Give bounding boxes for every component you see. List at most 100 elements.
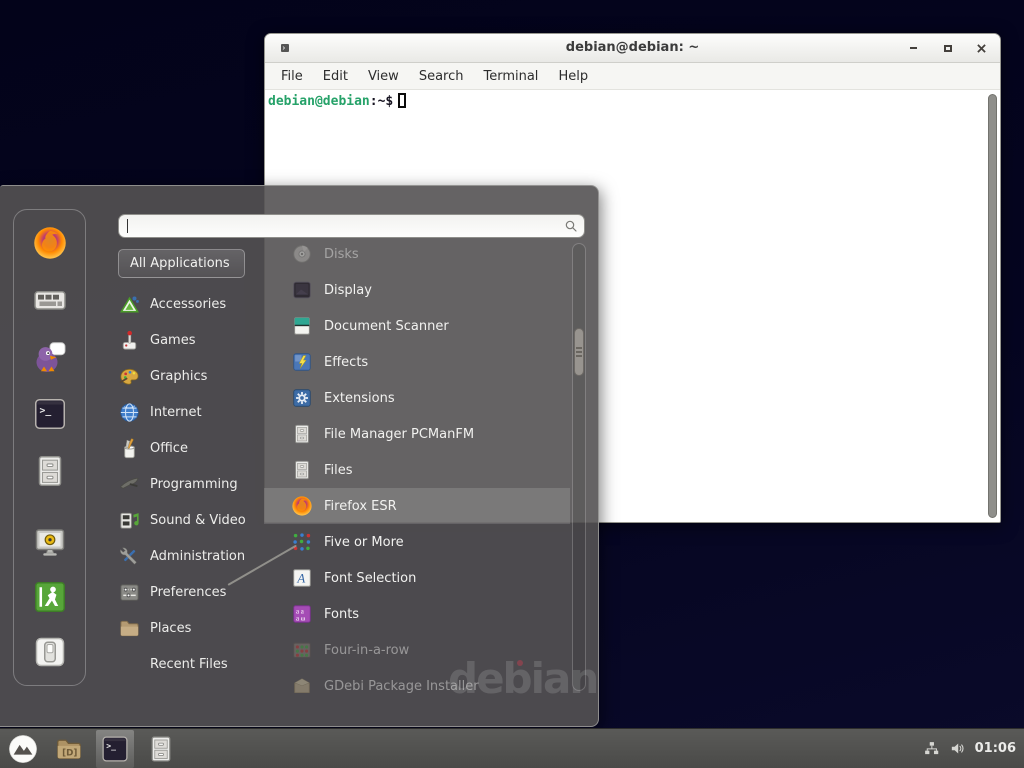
menu-scrollbar[interactable] (572, 243, 586, 691)
taskbar-launchers: [D] >_ (4, 729, 180, 768)
category-internet[interactable]: Internet (118, 394, 268, 430)
app-item-label: File Manager PCManFM (324, 427, 474, 442)
terminal-scrollbar-thumb[interactable] (988, 94, 997, 518)
minimize-icon (910, 47, 917, 49)
menu-help[interactable]: Help (548, 69, 598, 84)
maximize-button[interactable] (941, 42, 954, 55)
app-item-gdebi-package-installer[interactable]: GDebi Package Installer (264, 668, 570, 693)
file-cabinet-icon (146, 734, 176, 764)
close-icon (977, 44, 986, 53)
category-places[interactable]: Places (118, 610, 268, 646)
taskbar: [D] >_ 01:06 (0, 728, 1024, 768)
category-label: Office (150, 441, 188, 456)
session-group (14, 523, 85, 671)
category-sound-video[interactable]: Sound & Video (118, 502, 268, 538)
logout-button[interactable] (31, 578, 69, 616)
terminal-scrollbar[interactable] (986, 93, 999, 519)
files-window-button[interactable]: [D] (50, 730, 88, 768)
category-games[interactable]: Games (118, 322, 268, 358)
terminal-icon: >_ (100, 734, 130, 764)
category-label: Games (150, 333, 195, 348)
shutdown-button[interactable] (31, 633, 69, 671)
files-folder-icon: [D] (54, 734, 84, 764)
app-item-effects[interactable]: Effects (264, 344, 570, 380)
app-item-label: Firefox ESR (324, 499, 397, 514)
category-label: Administration (150, 549, 245, 564)
app-item-five-or-more[interactable]: Five or More (264, 524, 570, 560)
clock[interactable]: 01:06 (975, 741, 1016, 756)
close-button[interactable] (975, 42, 988, 55)
volume-icon[interactable] (949, 740, 966, 757)
menu-file[interactable]: File (271, 69, 313, 84)
games-icon (118, 329, 141, 352)
favorite-file-cabinet-button[interactable] (31, 452, 69, 490)
menu-view[interactable]: View (358, 69, 409, 84)
prompt-path: :~$ (370, 94, 393, 109)
menu-terminal[interactable]: Terminal (473, 69, 548, 84)
file-cabinet-icon (32, 453, 68, 489)
favorite-terminal-button[interactable]: >_ (31, 395, 69, 433)
category-graphics[interactable]: Graphics (118, 358, 268, 394)
category-label: Internet (150, 405, 202, 420)
app-item-label: Display (324, 283, 372, 298)
font-selection-icon: A (291, 567, 313, 589)
app-item-document-scanner[interactable]: Document Scanner (264, 308, 570, 344)
favorite-firefox-button[interactable] (31, 224, 69, 262)
category-office[interactable]: Office (118, 430, 268, 466)
preferences-icon (118, 581, 141, 604)
app-item-label: Extensions (324, 391, 395, 406)
search-icon (563, 218, 579, 234)
app-item-disks[interactable]: Disks (264, 241, 570, 272)
terminal-icon: >_ (32, 396, 68, 432)
taskbar-tray: 01:06 (923, 729, 1016, 768)
svg-text:>_: >_ (106, 740, 116, 750)
app-item-fonts[interactable]: a aa ωFonts (264, 596, 570, 632)
category-programming[interactable]: Programming (118, 466, 268, 502)
category-accessories[interactable]: Accessories (118, 286, 268, 322)
menu-search[interactable]: Search (409, 69, 474, 84)
menu-button[interactable] (4, 730, 42, 768)
category-label: Preferences (150, 585, 226, 600)
titlebar[interactable]: debian@debian: ~ (265, 34, 1000, 63)
firefox-icon (32, 225, 68, 261)
favorite-pidgin-button[interactable] (31, 338, 69, 376)
network-status-icon[interactable] (923, 740, 940, 757)
sound-video-icon (118, 509, 141, 532)
menu-scrollbar-thumb[interactable] (574, 328, 584, 376)
favorites-group: >_ (14, 224, 85, 490)
search-input[interactable] (118, 214, 585, 238)
document-scanner-icon (291, 315, 313, 337)
terminal-prompt: debian@debian:~$ (265, 90, 1000, 109)
lock-screen-button[interactable] (31, 523, 69, 561)
app-item-firefox-esr[interactable]: Firefox ESR (264, 488, 570, 524)
lock-screen-icon (32, 524, 68, 560)
app-item-display[interactable]: Display (264, 272, 570, 308)
all-applications-button[interactable]: All Applications (118, 249, 245, 278)
category-preferences[interactable]: Preferences (118, 574, 268, 610)
terminal-cursor (398, 93, 406, 108)
category-administration[interactable]: Administration (118, 538, 268, 574)
menu-edit[interactable]: Edit (313, 69, 358, 84)
menu-icon (8, 734, 38, 764)
four-in-a-row-icon (291, 639, 313, 661)
app-item-label: Font Selection (324, 571, 416, 586)
app-item-four-in-a-row[interactable]: Four-in-a-row (264, 632, 570, 668)
terminal-window-button[interactable]: >_ (96, 730, 134, 768)
minimize-button[interactable] (907, 42, 920, 55)
prompt-user-host: debian@debian (268, 94, 370, 109)
app-item-font-selection[interactable]: A Font Selection (264, 560, 570, 596)
app-item-extensions[interactable]: Extensions (264, 380, 570, 416)
gdebi-icon (291, 675, 313, 693)
app-item-files[interactable]: Files (264, 452, 570, 488)
app-item-label: Document Scanner (324, 319, 449, 334)
effects-icon (291, 351, 313, 373)
shutdown-icon (32, 634, 68, 670)
app-item-file-manager-pcmanfm[interactable]: File Manager PCManFM (264, 416, 570, 452)
file-manager-window-button[interactable] (142, 730, 180, 768)
firefox-icon (291, 495, 313, 517)
application-list-viewport: Disks Display Document Scanner Effects Exten… (264, 241, 570, 693)
category-recent-files[interactable]: Recent Files (118, 646, 268, 682)
category-list: Accessories Games Graphics Internet Office Pr… (118, 286, 268, 682)
favorite-keyboard-button[interactable] (31, 281, 69, 319)
fonts-icon: a aa ω (291, 603, 313, 625)
